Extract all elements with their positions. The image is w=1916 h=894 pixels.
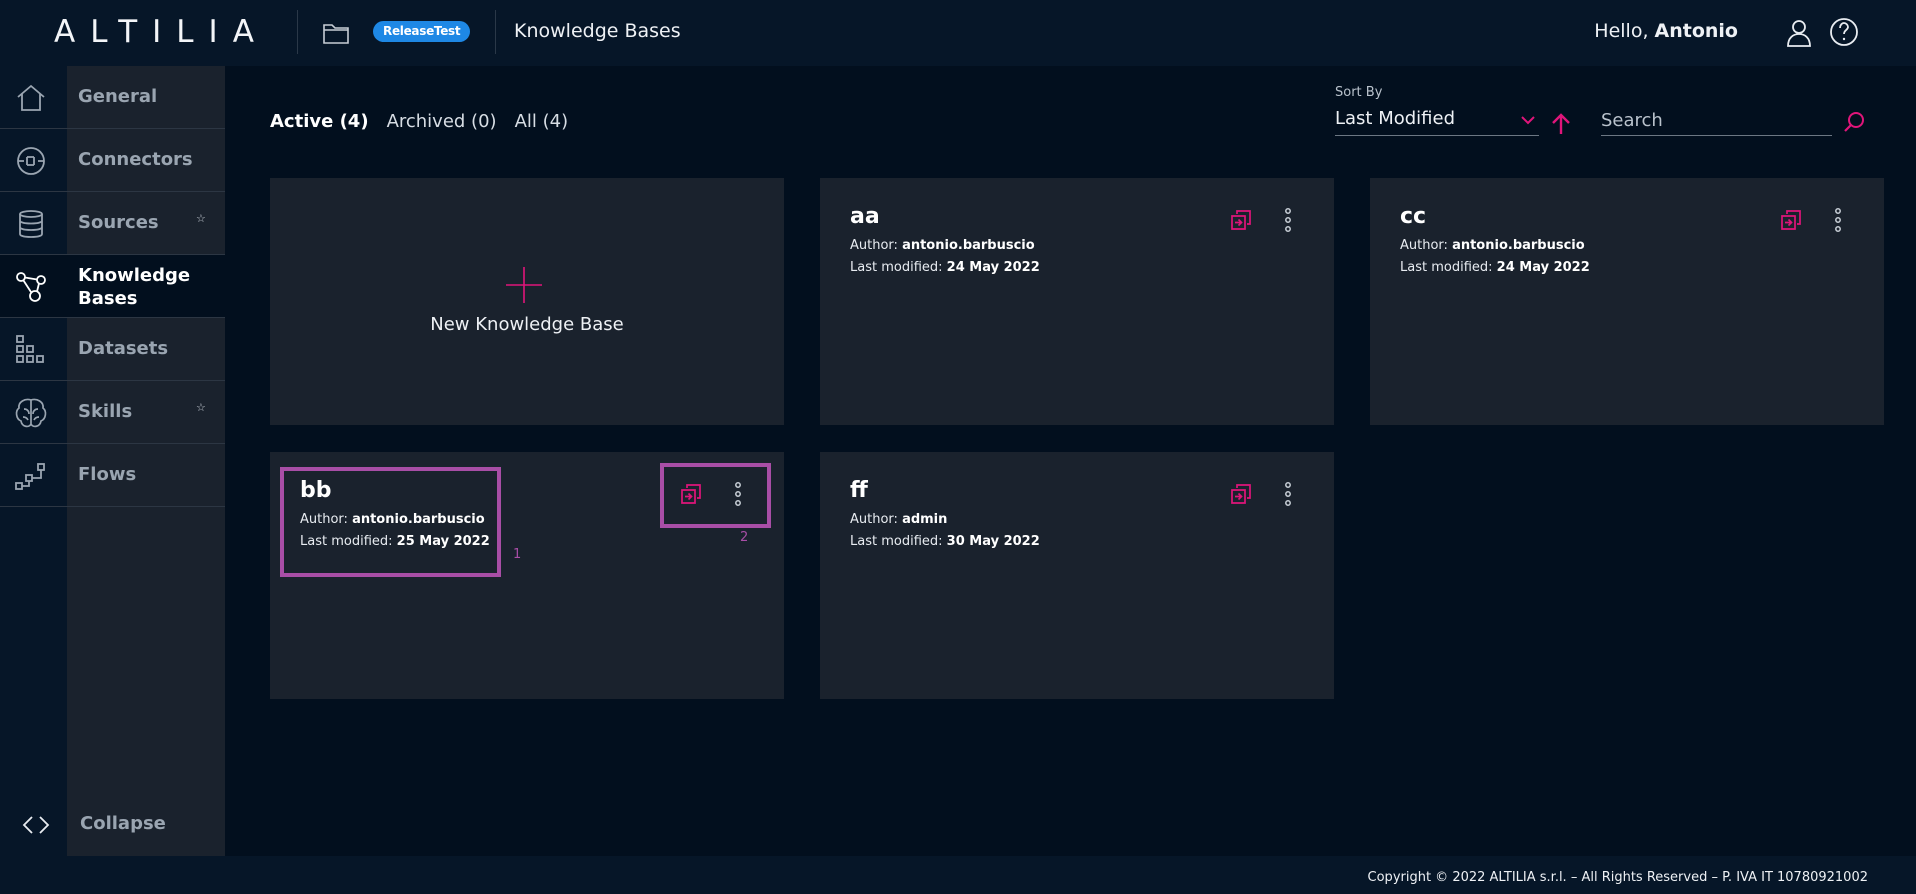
new-knowledge-base-label: New Knowledge Base: [430, 314, 624, 335]
knowledge-base-card[interactable]: cc Author: antonio.barbuscio Last modifi…: [1370, 178, 1884, 425]
folder-icon[interactable]: [322, 21, 350, 45]
sidebar-item-general[interactable]: General: [0, 66, 225, 129]
knowledge-base-author: Author: antonio.barbuscio: [850, 238, 1035, 253]
user-name: Antonio: [1654, 20, 1738, 42]
header-divider: [495, 10, 496, 54]
sort-by-label: Sort By: [1335, 85, 1383, 100]
more-options-icon[interactable]: [1833, 208, 1843, 232]
environment-badge[interactable]: ReleaseTest: [373, 21, 471, 42]
flow-icon: [15, 463, 45, 490]
tab-active[interactable]: Active (4): [270, 111, 369, 132]
knowledge-base-modified: Last modified: 24 May 2022: [850, 260, 1040, 275]
modified-label: Last modified:: [1400, 260, 1493, 275]
author-label: Author:: [850, 238, 898, 253]
filter-tabs: Active (4) Archived (0) All (4): [270, 111, 568, 132]
new-knowledge-base-card[interactable]: New Knowledge Base: [270, 178, 784, 425]
open-knowledge-base-icon[interactable]: [1779, 208, 1803, 232]
graph-icon: [16, 272, 46, 302]
modified-value: 24 May 2022: [946, 260, 1040, 275]
more-options-icon[interactable]: [1283, 482, 1293, 506]
author-value: admin: [902, 512, 948, 527]
open-knowledge-base-icon[interactable]: [1229, 482, 1253, 506]
knowledge-base-card[interactable]: aa Author: antonio.barbuscio Last modifi…: [820, 178, 1334, 425]
search-input[interactable]: [1601, 106, 1832, 136]
dataset-grid-icon: [16, 335, 44, 363]
sidebar-item-datasets[interactable]: Datasets: [0, 318, 225, 381]
top-bar: ALTILIA ReleaseTest Knowledge Bases Hell…: [0, 0, 1916, 66]
annotation-box-1: [280, 467, 501, 577]
plus-icon: [506, 267, 542, 303]
sidebar-item-label: Skills: [78, 401, 133, 422]
favorite-star-icon[interactable]: ☆: [196, 212, 206, 225]
code-brackets-icon: [22, 816, 50, 834]
knowledge-base-author: Author: admin: [850, 512, 947, 527]
modified-value: 24 May 2022: [1496, 260, 1590, 275]
knowledge-base-modified: Last modified: 30 May 2022: [850, 534, 1040, 549]
knowledge-base-name: aa: [850, 204, 880, 229]
favorite-star-icon[interactable]: ☆: [196, 401, 206, 414]
sidebar-item-label: General: [78, 86, 158, 107]
sidebar-item-label: Datasets: [78, 338, 169, 359]
user-greeting: Hello, Antonio: [1594, 20, 1738, 42]
help-icon[interactable]: [1829, 17, 1859, 47]
annotation-label-2: 2: [740, 530, 749, 545]
modified-label: Last modified:: [850, 260, 943, 275]
greeting-prefix: Hello,: [1594, 20, 1649, 42]
chevron-down-icon: [1521, 116, 1535, 125]
sort-by-value: Last Modified: [1335, 108, 1456, 129]
open-knowledge-base-icon[interactable]: [1229, 208, 1253, 232]
altilia-logo[interactable]: ALTILIA: [54, 14, 269, 50]
tab-archived[interactable]: Archived (0): [387, 111, 497, 132]
sidebar-item-connectors[interactable]: Connectors: [0, 129, 225, 192]
brain-icon: [15, 398, 47, 428]
header-divider: [297, 10, 298, 54]
copyright-text: Copyright © 2022 ALTILIA s.r.l. – All Ri…: [1367, 870, 1868, 885]
sidebar-item-sources[interactable]: Sources ☆: [0, 192, 225, 255]
plug-icon: [17, 147, 45, 175]
tab-all[interactable]: All (4): [515, 111, 569, 132]
author-value: antonio.barbuscio: [902, 238, 1035, 253]
collapse-sidebar-button[interactable]: Collapse: [0, 806, 225, 846]
modified-value: 30 May 2022: [946, 534, 1040, 549]
sidebar-item-label: Connectors: [78, 149, 193, 170]
sidebar-item-skills[interactable]: Skills ☆: [0, 381, 225, 444]
annotation-label-1: 1: [513, 547, 522, 562]
sidebar-item-label: Flows: [78, 464, 137, 485]
user-icon[interactable]: [1786, 19, 1812, 47]
knowledge-base-card[interactable]: ff Author: admin Last modified: 30 May 2…: [820, 452, 1334, 699]
annotation-box-2: [660, 463, 771, 528]
sidebar-item-flows[interactable]: Flows: [0, 444, 225, 507]
knowledge-base-name: ff: [850, 478, 868, 503]
author-value: antonio.barbuscio: [1452, 238, 1585, 253]
page-title: Knowledge Bases: [514, 20, 681, 42]
search-icon[interactable]: [1843, 111, 1865, 133]
knowledge-base-author: Author: antonio.barbuscio: [1400, 238, 1585, 253]
footer: Copyright © 2022 ALTILIA s.r.l. – All Ri…: [0, 856, 1916, 894]
sidebar-item-knowledge-bases[interactable]: Knowledge Bases: [0, 255, 225, 318]
collapse-label: Collapse: [80, 813, 166, 834]
author-label: Author:: [850, 512, 898, 527]
sidebar-item-label: Sources: [78, 212, 159, 233]
database-icon: [19, 210, 43, 238]
author-label: Author:: [1400, 238, 1448, 253]
more-options-icon[interactable]: [1283, 208, 1293, 232]
knowledge-base-name: cc: [1400, 204, 1427, 229]
modified-label: Last modified:: [850, 534, 943, 549]
home-icon: [17, 84, 45, 111]
sort-ascending-arrow-icon[interactable]: [1551, 113, 1571, 135]
sort-by-select[interactable]: Last Modified: [1335, 106, 1539, 136]
sidebar-item-label: Knowledge Bases: [78, 265, 191, 309]
knowledge-base-modified: Last modified: 24 May 2022: [1400, 260, 1590, 275]
